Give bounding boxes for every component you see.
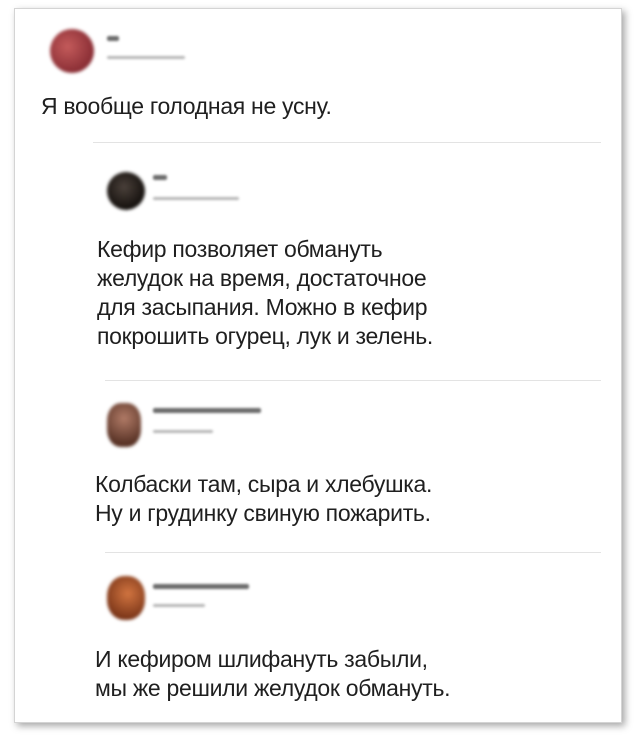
reply-text: И кефиром шлифануть забыли, мы же решили…: [95, 646, 451, 701]
username[interactable]: [153, 175, 167, 180]
reply-item: Кефир позволяет обмануть желудок на врем…: [15, 149, 621, 389]
reply-item: И кефиром шлифануть забыли, мы же решили…: [15, 559, 621, 719]
avatar[interactable]: [107, 576, 145, 620]
avatar[interactable]: [107, 172, 145, 210]
username[interactable]: [153, 584, 249, 589]
reply-meta: [153, 430, 213, 433]
post-text: Я вообще голодная не усну.: [41, 93, 332, 119]
divider: [105, 552, 601, 553]
username[interactable]: [107, 36, 119, 41]
avatar[interactable]: [107, 403, 141, 447]
original-post: Я вообще голодная не усну.: [15, 9, 621, 139]
post-meta: [107, 56, 185, 59]
avatar[interactable]: [50, 29, 94, 73]
username[interactable]: [153, 408, 261, 413]
divider: [93, 142, 601, 143]
reply-text: Кефир позволяет обмануть желудок на врем…: [97, 236, 433, 349]
comment-thread-card: Я вообще голодная не усну. Кефир позволя…: [14, 8, 622, 723]
reply-meta: [153, 604, 205, 607]
reply-meta: [153, 197, 239, 200]
divider: [105, 380, 601, 381]
reply-text: Колбаски там, сыра и хлебушка. Ну и груд…: [95, 471, 433, 526]
reply-item: Колбаски там, сыра и хлебушка. Ну и груд…: [15, 387, 621, 547]
